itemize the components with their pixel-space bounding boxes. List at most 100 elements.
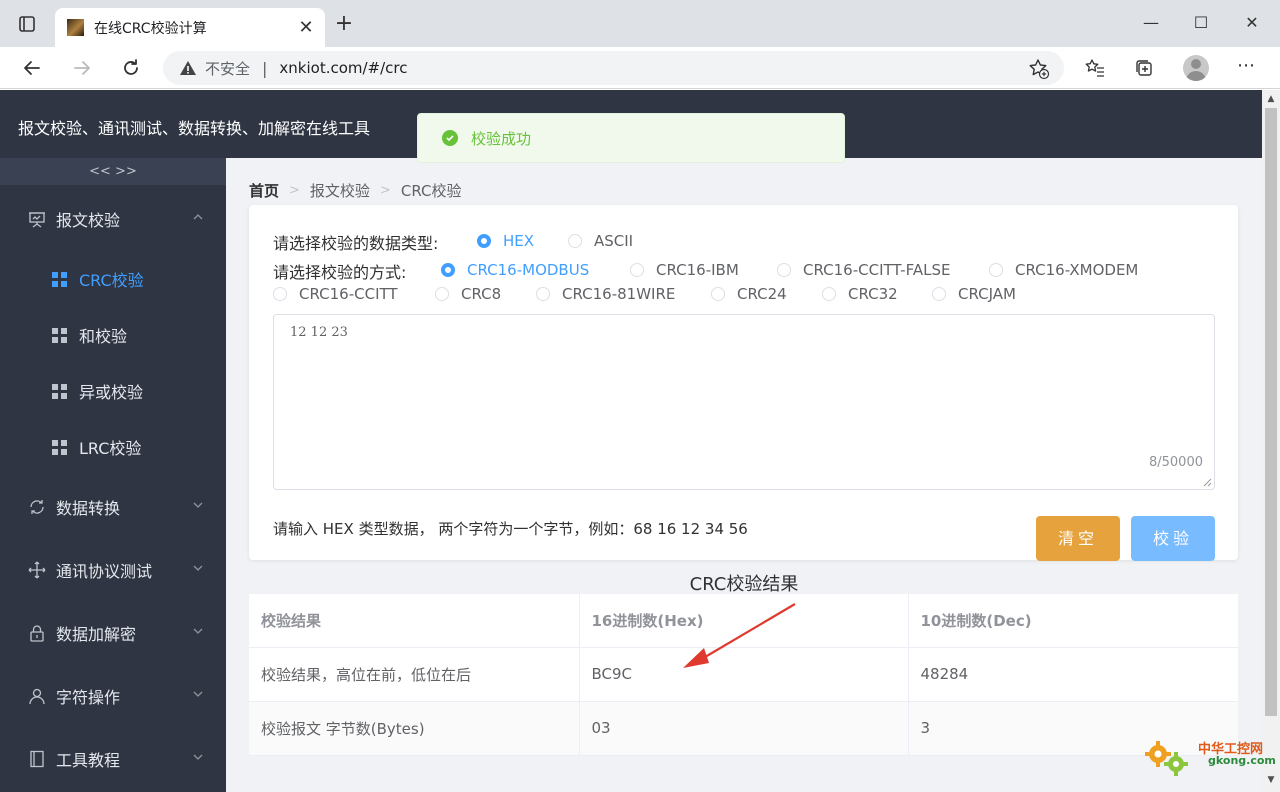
textarea-value: 12 12 23 (290, 325, 348, 340)
sidebar-collapse-toggle[interactable]: << >> (0, 158, 226, 185)
menu-group-data-convert[interactable]: 数据转换 (0, 479, 226, 535)
tab-title: 在线CRC校验计算 (94, 20, 207, 37)
favorites-icon[interactable] (1083, 56, 1107, 80)
page-scrollbar[interactable]: ▲ ▼ (1262, 90, 1280, 792)
new-tab-button[interactable]: + (333, 13, 355, 36)
radio-hex[interactable]: HEX (477, 232, 534, 250)
maximize-button[interactable]: ☐ (1186, 10, 1216, 36)
breadcrumb-separator: > (379, 183, 391, 198)
radio-crcjam[interactable]: CRCJAM (932, 285, 1016, 303)
radio-label: CRC8 (461, 285, 502, 303)
radio-crc16-modbus[interactable]: CRC16-MODBUS (441, 261, 589, 279)
address-bar[interactable]: 不安全 | xnkiot.com/#/crc (163, 51, 1064, 85)
chevron-down-icon (193, 502, 203, 508)
sidebar-item-label: LRC校验 (79, 439, 142, 458)
scroll-up-arrow-icon[interactable]: ▲ (1266, 95, 1276, 104)
sidebar-item-xor-check[interactable]: 异或校验 (0, 363, 226, 419)
minimize-button[interactable]: — (1136, 10, 1166, 36)
breadcrumb-section: 报文校验 (309, 182, 370, 200)
radio-crc32[interactable]: CRC32 (822, 285, 898, 303)
more-menu-icon[interactable]: ⋯ (1234, 57, 1258, 79)
radio-crc16-81wire[interactable]: CRC16-81WIRE (536, 285, 675, 303)
menu-group-label: 工具教程 (56, 751, 121, 770)
sidebar-item-lrc[interactable]: LRC校验 (0, 419, 226, 475)
back-button[interactable] (17, 53, 47, 83)
breadcrumb-current: CRC校验 (400, 182, 462, 200)
crc-form-card: 请选择校验的数据类型: HEX ASCII 请选择校验的方式: CRC16-MO… (249, 205, 1238, 561)
book-icon (27, 749, 47, 769)
result-title: CRC校验结果 (689, 574, 799, 595)
breadcrumb: 首页 > 报文校验 > CRC校验 (249, 180, 461, 201)
menu-group-encryption[interactable]: 数据加解密 (0, 605, 226, 661)
result-table: 校验结果 16进制数(Hex) 10进制数(Dec) 校验结果，高位在前，低位在… (249, 594, 1238, 756)
table-header-cell: 校验结果 (249, 594, 580, 648)
success-toast: 校验成功 (417, 113, 845, 163)
warning-icon[interactable] (179, 59, 197, 77)
radio-label: CRC32 (848, 285, 898, 303)
menu-group-tutorials[interactable]: 工具教程 (0, 731, 226, 787)
radio-crc16-ccitt-false[interactable]: CRC16-CCITT-FALSE (777, 261, 950, 279)
breadcrumb-home[interactable]: 首页 (249, 180, 279, 201)
radio-unchecked-icon (989, 263, 1003, 277)
radio-unchecked-icon (568, 234, 582, 248)
watermark-url: gkong.com (1208, 754, 1276, 767)
table-cell: 校验结果，高位在前，低位在后 (249, 647, 580, 702)
profile-avatar[interactable] (1183, 55, 1209, 81)
radio-ascii[interactable]: ASCII (568, 232, 633, 250)
chevron-down-icon (193, 628, 203, 634)
radio-unchecked-icon (711, 287, 725, 301)
presentation-icon (27, 209, 47, 229)
radio-crc8[interactable]: CRC8 (435, 285, 501, 303)
table-cell: 03 (579, 701, 909, 756)
watermark: 中华工控网 gkong.com (1144, 734, 1276, 782)
tab-actions-icon[interactable] (16, 14, 38, 34)
menu-group-string-ops[interactable]: 字符操作 (0, 668, 226, 724)
radio-unchecked-icon (777, 263, 791, 277)
tab-close-icon[interactable]: ✕ (293, 15, 319, 41)
scroll-thumb[interactable] (1265, 108, 1277, 716)
radio-unchecked-icon (273, 287, 287, 301)
clear-button[interactable]: 清空 (1036, 516, 1120, 561)
sidebar-item-sum-check[interactable]: 和校验 (0, 307, 226, 363)
table-header-row: 校验结果 16进制数(Hex) 10进制数(Dec) (249, 594, 1238, 648)
resize-handle-icon[interactable] (1203, 478, 1212, 487)
radio-unchecked-icon (536, 287, 550, 301)
forward-button[interactable] (67, 53, 97, 83)
radio-label: CRC16-MODBUS (467, 261, 590, 279)
add-favorite-icon[interactable] (1028, 58, 1050, 80)
lock-icon (27, 623, 47, 643)
verify-button[interactable]: 校验 (1131, 516, 1215, 561)
browser-tab[interactable]: 在线CRC校验计算 ✕ (55, 8, 325, 47)
radio-crc16-ibm[interactable]: CRC16-IBM (630, 261, 739, 279)
radio-crc16-xmodem[interactable]: CRC16-XMODEM (989, 261, 1138, 279)
collections-icon[interactable] (1132, 56, 1156, 80)
menu-group-label: 数据转换 (56, 499, 121, 518)
radio-label: CRC16-IBM (656, 261, 739, 279)
radio-label: CRCJAM (958, 285, 1016, 303)
radio-crc24[interactable]: CRC24 (711, 285, 787, 303)
radio-unchecked-icon (822, 287, 836, 301)
url-text[interactable]: xnkiot.com/#/crc (279, 59, 407, 77)
radio-label: CRC16-CCITT (299, 285, 398, 303)
close-window-button[interactable]: ✕ (1237, 10, 1267, 36)
radio-unchecked-icon (630, 263, 644, 277)
menu-group-protocol-test[interactable]: 通讯协议测试 (0, 542, 226, 598)
sidebar: << >> 报文校验 CRC校验 和校验 异或校验 LRC校验 数据转换 通讯协… (0, 158, 226, 792)
table-row: 校验结果，高位在前，低位在后 BC9C 48284 (249, 647, 1238, 702)
sidebar-item-crc[interactable]: CRC校验 (0, 251, 226, 307)
radio-label: CRC16-81WIRE (562, 285, 676, 303)
refresh-button[interactable] (116, 53, 146, 83)
url-separator: | (262, 58, 268, 78)
input-hint: 请输入 HEX 类型数据， 两个字符为一个字节，例如：68 16 12 34 5… (273, 520, 748, 538)
data-input-textarea[interactable]: 12 12 23 8/50000 (273, 314, 1215, 490)
gears-logo-icon (1145, 741, 1188, 776)
radio-crc16-ccitt[interactable]: CRC16-CCITT (273, 285, 398, 303)
menu-group-message-check[interactable]: 报文校验 (0, 191, 226, 247)
grid-icon (52, 271, 67, 287)
browser-toolbar: 不安全 | xnkiot.com/#/crc ⋯ (0, 47, 1280, 89)
main-content: 首页 > 报文校验 > CRC校验 请选择校验的数据类型: HEX ASCII … (226, 158, 1262, 792)
sidebar-item-label: CRC校验 (79, 271, 144, 290)
char-counter: 8/50000 (1148, 455, 1203, 470)
menu-group-label: 报文校验 (56, 211, 121, 230)
security-label[interactable]: 不安全 (205, 58, 250, 79)
